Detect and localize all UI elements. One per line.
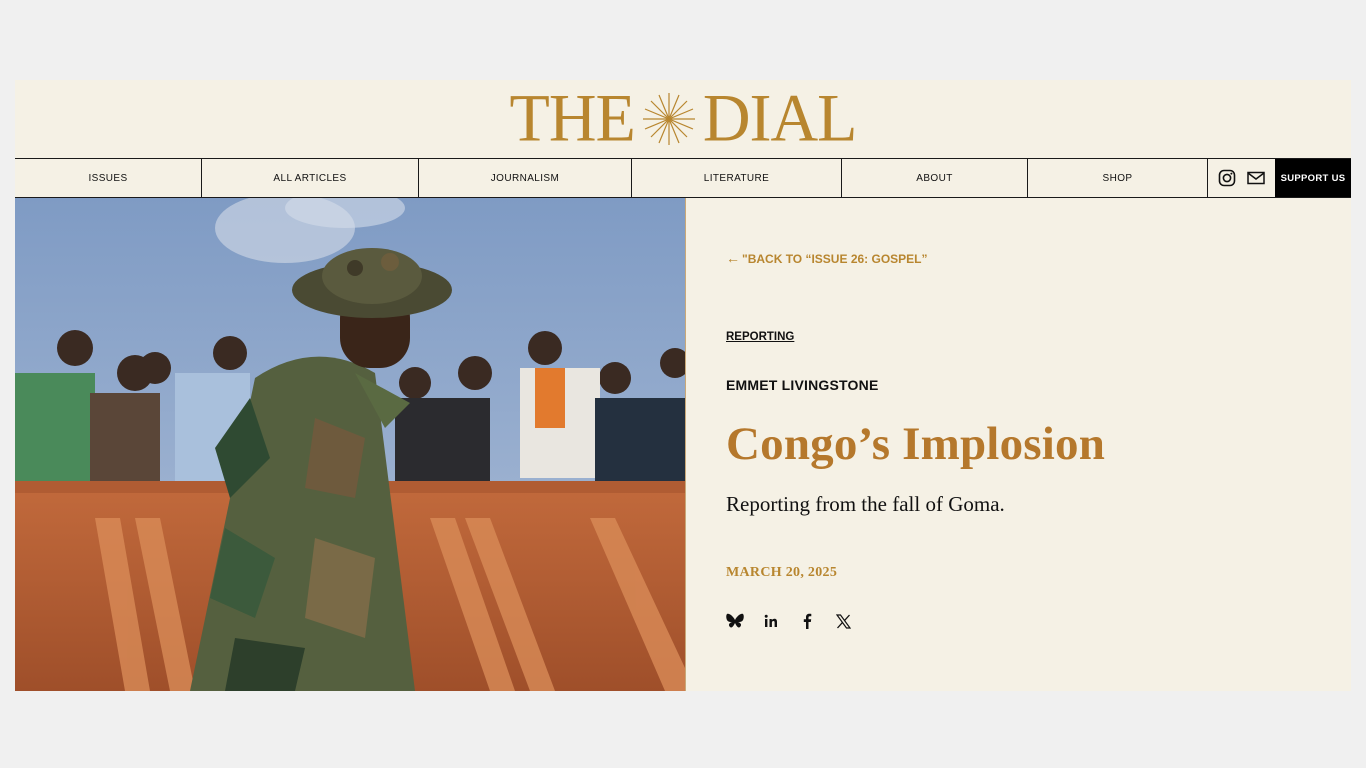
author-name: EMMET LIVINGSTONE: [726, 377, 879, 393]
logo-word-right: DIAL: [702, 81, 858, 156]
back-link[interactable]: ← "BACK TO “ISSUE 26: GOSPEL”: [726, 250, 928, 266]
facebook-icon[interactable]: [798, 612, 816, 630]
x-icon[interactable]: [834, 612, 852, 630]
publish-date: MARCH 20, 2025: [726, 565, 838, 580]
nav-issues[interactable]: ISSUES: [15, 159, 202, 197]
arrow-left-icon: ←: [726, 250, 740, 266]
logo-word-left: THE: [509, 81, 636, 156]
masthead: THE DIAL: [15, 80, 1351, 158]
nav-literature[interactable]: LITERATURE: [632, 159, 842, 197]
hero-image: [15, 198, 685, 691]
support-us-button[interactable]: SUPPORT US: [1275, 159, 1351, 197]
nav-shop[interactable]: SHOP: [1028, 159, 1208, 197]
instagram-icon[interactable]: [1218, 169, 1236, 187]
linkedin-icon[interactable]: [762, 612, 780, 630]
share-bar: [726, 612, 852, 630]
back-link-label: "BACK TO “ISSUE 26: GOSPEL”: [742, 252, 928, 266]
starburst-icon: [642, 93, 695, 145]
article-dek: Reporting from the fall of Goma.: [726, 492, 1005, 516]
category-link[interactable]: REPORTING: [726, 331, 794, 343]
nav-all-articles[interactable]: ALL ARTICLES: [202, 159, 419, 197]
main-nav: ISSUES ALL ARTICLES JOURNALISM LITERATUR…: [15, 158, 1351, 198]
page: THE DIAL ISSUES ALL ARTICLES JOURNALISM …: [15, 80, 1351, 691]
nav-journalism[interactable]: JOURNALISM: [419, 159, 632, 197]
bluesky-icon[interactable]: [726, 612, 744, 630]
nav-about[interactable]: ABOUT: [842, 159, 1028, 197]
logo[interactable]: THE DIAL: [509, 81, 858, 156]
article-title: Congo’s Implosion: [726, 418, 1106, 470]
article-header: ← "BACK TO “ISSUE 26: GOSPEL” REPORTING E…: [685, 198, 1351, 691]
social-icons: [1208, 159, 1275, 197]
mail-icon[interactable]: [1246, 171, 1265, 185]
